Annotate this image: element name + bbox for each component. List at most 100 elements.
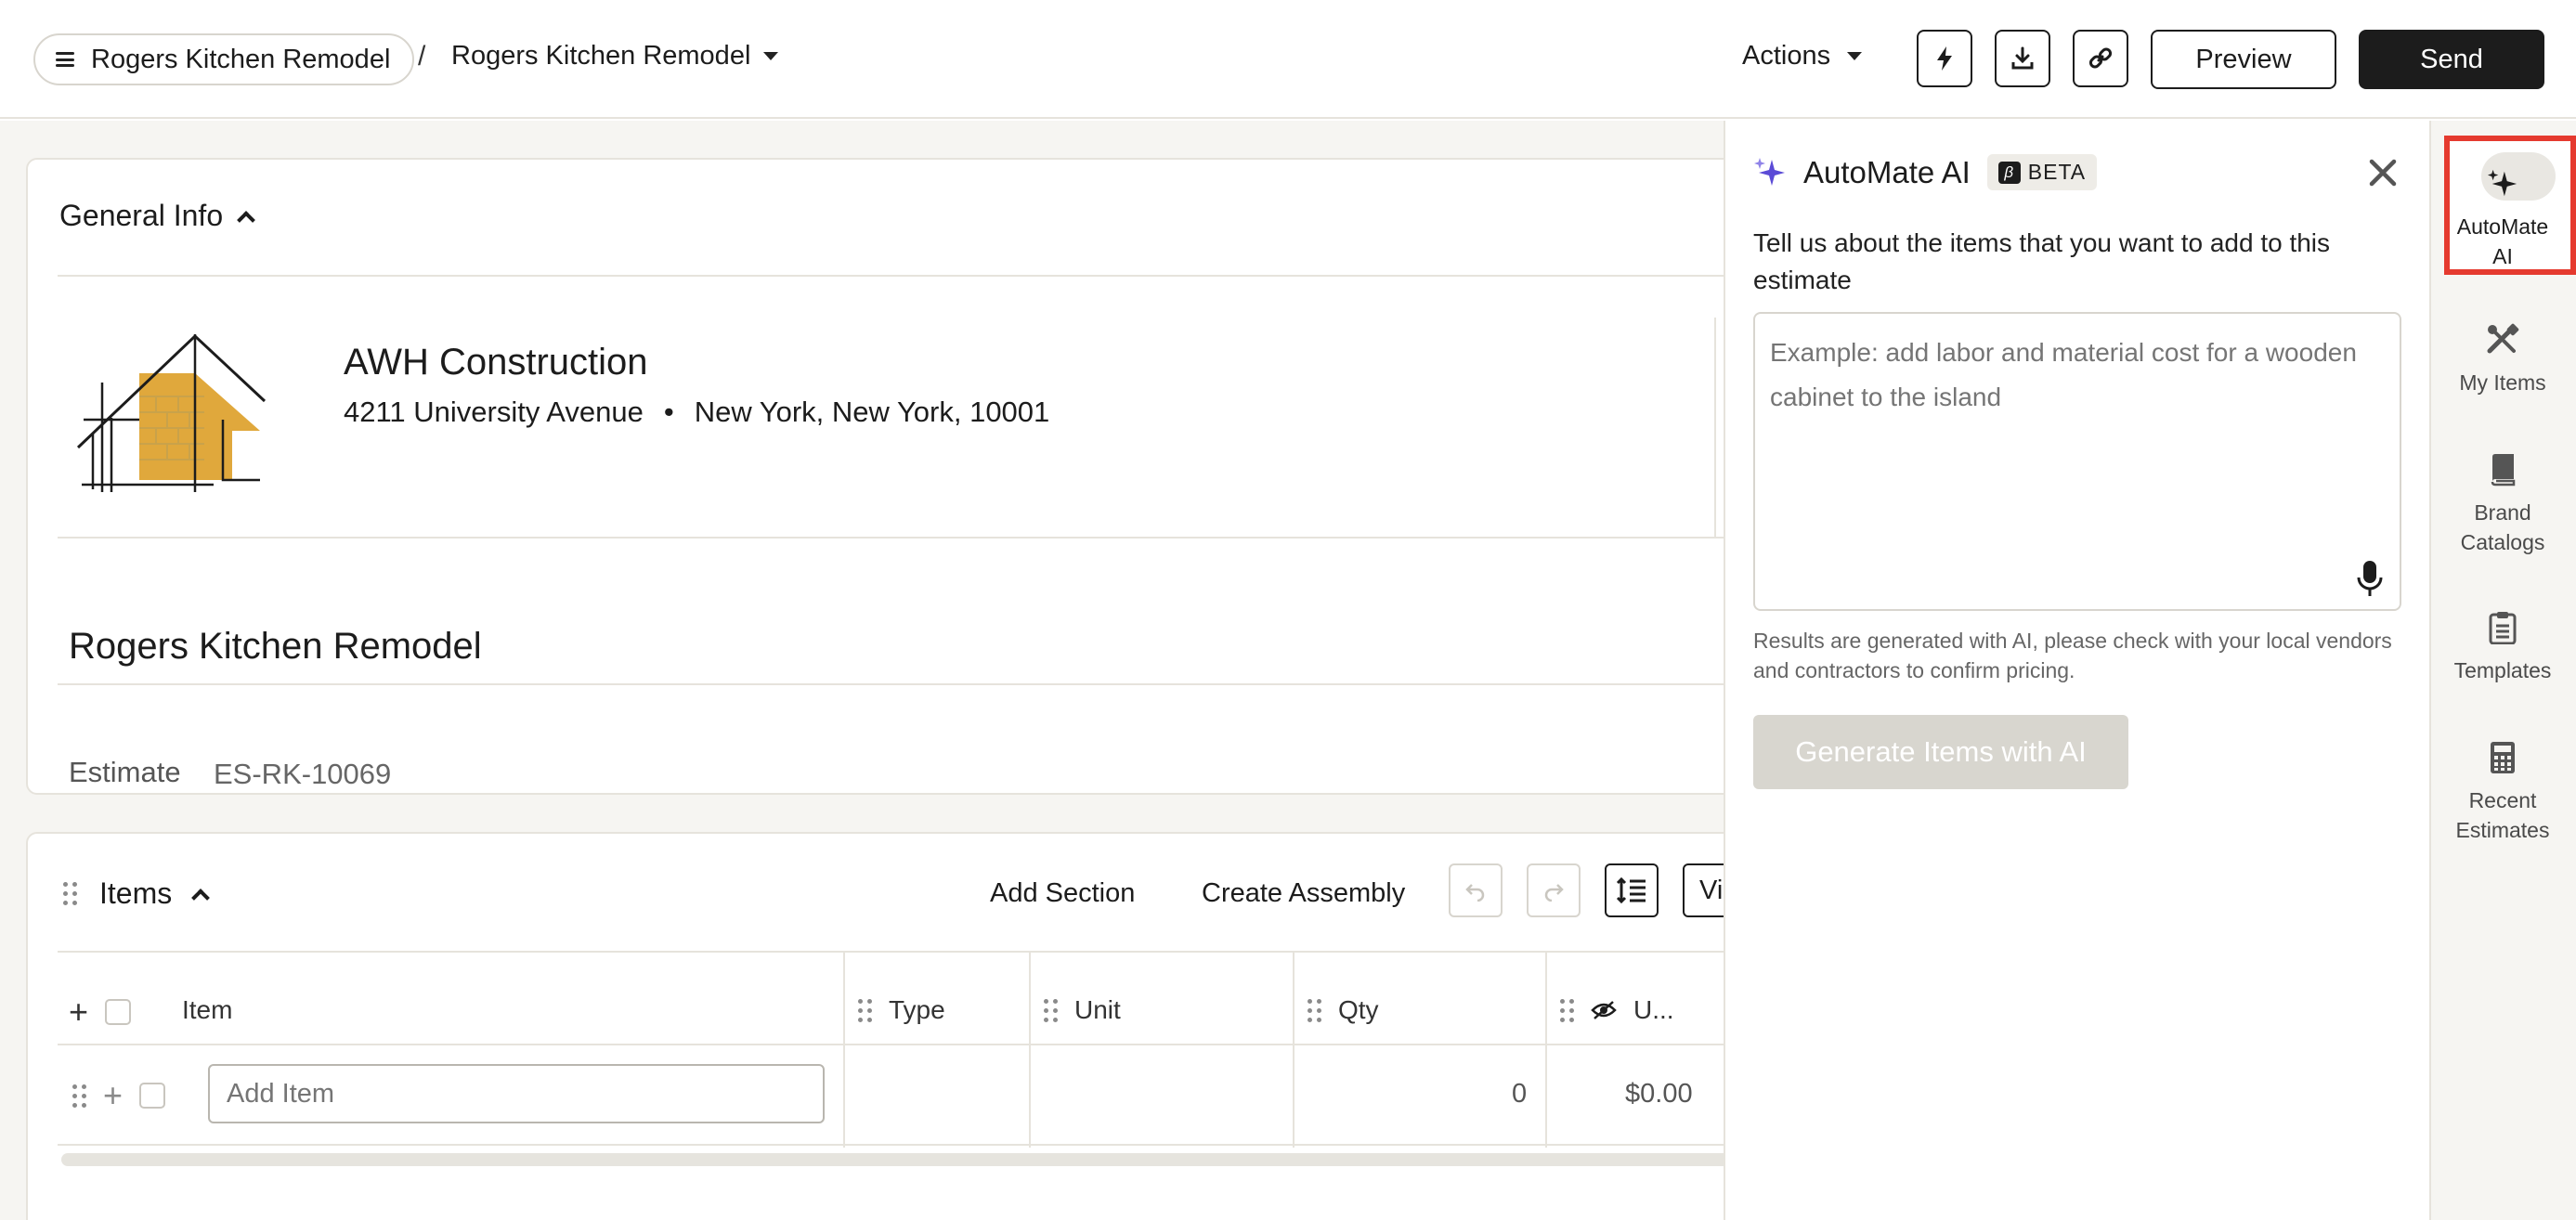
ai-disclaimer: Results are generated with AI, please ch…: [1753, 629, 2392, 682]
eye-off-icon[interactable]: [1591, 1000, 1617, 1020]
column-header-unit-cost[interactable]: U...: [1560, 995, 1674, 1025]
address-city: New York, New York, 10001: [694, 396, 1050, 428]
calculator-icon: [2482, 737, 2523, 778]
general-info-title: General Info: [59, 199, 224, 232]
ai-panel-title: AutoMate AI: [1803, 154, 1971, 189]
select-all-checkbox[interactable]: [105, 999, 132, 1025]
row-controls: +: [72, 1079, 166, 1112]
column-divider: [843, 953, 845, 1148]
column-divider: [1545, 953, 1547, 1148]
drag-handle-icon[interactable]: [1044, 998, 1058, 1022]
breadcrumb-current[interactable]: Rogers Kitchen Remodel: [451, 41, 779, 71]
estimate-editor: General Info AWH Construction 4211 Unive…: [0, 121, 1724, 1220]
line-spacing-icon: [1616, 876, 1646, 904]
send-button[interactable]: Send: [2359, 30, 2544, 89]
address-bullet: •: [663, 396, 674, 428]
view-button[interactable]: Vi: [1683, 863, 1724, 917]
address-street: 4211 University Avenue: [344, 396, 644, 428]
top-bar: Rogers Kitchen Remodel / Rogers Kitchen …: [0, 0, 2576, 119]
rail-item-label: My Items: [2459, 370, 2546, 395]
link-icon: [2088, 47, 2113, 69]
beta-letter: β: [1997, 161, 2021, 184]
download-button[interactable]: [1995, 30, 2050, 87]
divider: [58, 683, 1724, 685]
row-qty[interactable]: 0: [1512, 1079, 1527, 1110]
drag-handle-icon[interactable]: [1308, 998, 1321, 1022]
rail-item-label: Brand Catalogs: [2460, 500, 2545, 554]
items-card: Items Add Section Create Assembly Vi + I…: [26, 832, 1724, 1220]
items-section-header[interactable]: Items: [63, 876, 211, 911]
divider: [58, 1144, 1724, 1146]
clipboard-icon: [2482, 607, 2523, 648]
divider: [58, 275, 1724, 277]
rail-item-label: Templates: [2453, 658, 2552, 682]
breadcrumb-separator: /: [418, 41, 426, 71]
menu-icon: [56, 52, 74, 67]
column-header-label: U...: [1633, 995, 1674, 1024]
download-icon: [2011, 46, 2034, 70]
chevron-up-icon: [237, 210, 256, 229]
divider: [58, 1044, 1724, 1045]
close-icon[interactable]: [2364, 154, 2401, 191]
company-address: 4211 University Avenue • New York, New Y…: [344, 396, 1049, 429]
horizontal-scrollbar[interactable]: [61, 1153, 1724, 1166]
undo-icon: [1465, 884, 1485, 902]
column-header-qty[interactable]: Qty: [1308, 995, 1379, 1025]
general-info-card: General Info AWH Construction 4211 Unive…: [26, 158, 1724, 795]
row-unit-cost[interactable]: $0.00: [1625, 1079, 1693, 1110]
actions-dropdown[interactable]: Actions: [1742, 41, 1863, 71]
ai-prompt-text: Tell us about the items that you want to…: [1753, 228, 2331, 294]
company-name: AWH Construction: [344, 342, 648, 383]
column-header-label: Qty: [1338, 995, 1379, 1024]
add-item-input[interactable]: [208, 1064, 825, 1123]
sparkle-icon: [1754, 157, 1785, 186]
divider: [1714, 318, 1716, 537]
drag-handle-icon[interactable]: [858, 998, 872, 1022]
general-info-toggle[interactable]: General Info: [59, 199, 256, 233]
drag-handle-icon[interactable]: [63, 882, 77, 905]
estimate-number[interactable]: ES-RK-10069: [214, 758, 391, 791]
chevron-up-icon: [191, 888, 211, 907]
add-section-button[interactable]: Add Section: [990, 878, 1135, 909]
row-checkbox[interactable]: [139, 1083, 166, 1109]
add-row-icon[interactable]: +: [103, 1079, 123, 1112]
redo-button[interactable]: [1527, 863, 1581, 917]
divider: [58, 951, 1724, 953]
copy-link-button[interactable]: [2073, 30, 2128, 87]
company-logo: [76, 333, 267, 492]
ai-panel-header: AutoMate AI β BETA: [1753, 154, 2098, 190]
column-header-type[interactable]: Type: [858, 995, 945, 1025]
sparkle-icon: [2482, 163, 2523, 204]
undo-button[interactable]: [1449, 863, 1503, 917]
create-assembly-button[interactable]: Create Assembly: [1202, 878, 1405, 909]
column-header-item[interactable]: Item: [182, 995, 232, 1025]
column-divider: [1029, 953, 1031, 1148]
column-header-unit[interactable]: Unit: [1044, 995, 1121, 1025]
divider: [58, 537, 1724, 539]
rail-item-label: AutoMate AI: [2456, 214, 2549, 268]
drag-handle-icon[interactable]: [72, 1084, 86, 1108]
drag-handle-icon[interactable]: [1560, 998, 1574, 1022]
rail-item-my-items[interactable]: My Items: [2429, 319, 2576, 397]
project-title[interactable]: Rogers Kitchen Remodel: [69, 626, 482, 668]
automation-button[interactable]: [1917, 30, 1972, 87]
ai-description-input[interactable]: [1753, 312, 2401, 611]
rail-item-label: Recent Estimates: [2455, 788, 2550, 842]
add-row-icon[interactable]: +: [69, 995, 88, 1029]
preview-button[interactable]: Preview: [2151, 30, 2336, 89]
line-spacing-button[interactable]: [1605, 863, 1659, 917]
rail-item-recent-estimates[interactable]: Recent Estimates: [2429, 737, 2576, 845]
book-icon: [2482, 449, 2523, 490]
breadcrumb-root[interactable]: Rogers Kitchen Remodel: [33, 33, 415, 85]
items-title: Items: [99, 876, 173, 910]
rail-item-brand-catalogs[interactable]: Brand Catalogs: [2429, 449, 2576, 557]
chevron-down-icon: [763, 52, 779, 60]
microphone-icon[interactable]: [2355, 559, 2385, 598]
header-controls: +: [69, 995, 132, 1029]
beta-label: BETA: [2027, 160, 2087, 184]
breadcrumb-root-label: Rogers Kitchen Remodel: [91, 44, 391, 74]
rail-item-automate-ai[interactable]: AutoMate AI: [2429, 163, 2576, 271]
generate-items-button[interactable]: Generate Items with AI: [1753, 715, 2128, 789]
rail-item-templates[interactable]: Templates: [2429, 607, 2576, 685]
beta-badge: β BETA: [1986, 154, 2098, 190]
